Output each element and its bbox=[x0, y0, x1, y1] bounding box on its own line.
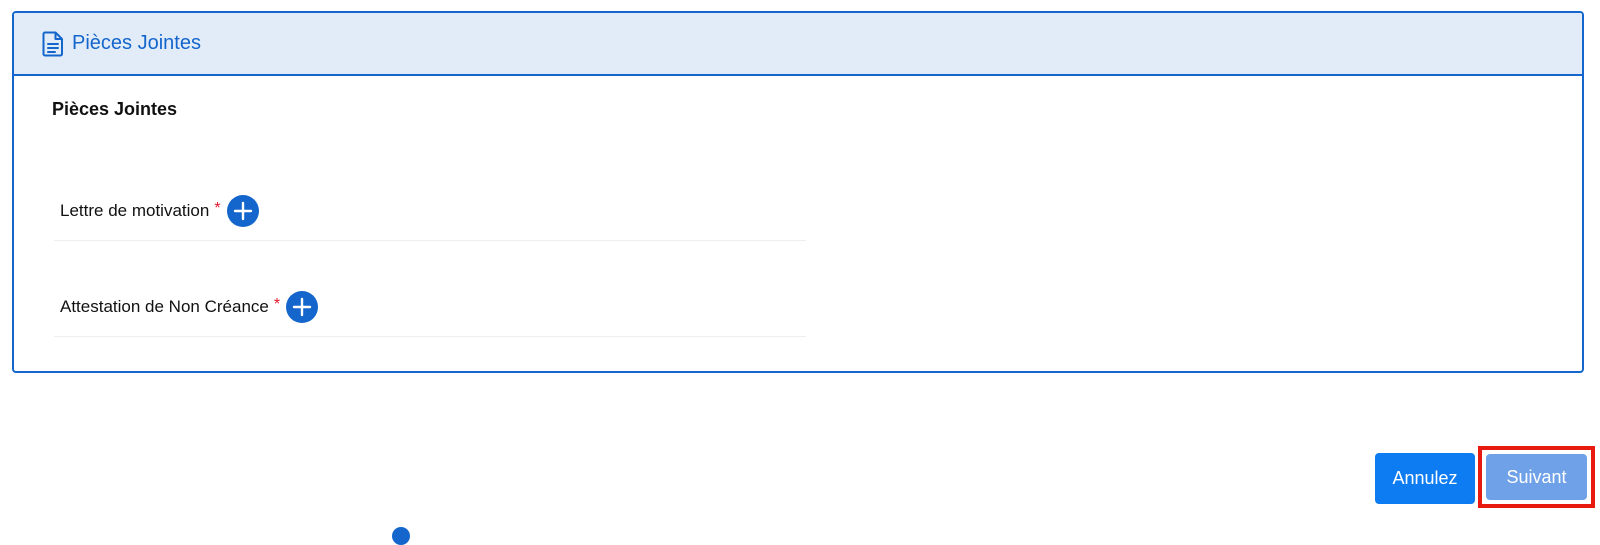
attachment-row-attestation-non-creance: Attestation de Non Créance * bbox=[54, 277, 806, 337]
plus-icon bbox=[292, 297, 312, 316]
field-label: Lettre de motivation bbox=[60, 200, 210, 220]
add-attachment-button[interactable] bbox=[286, 290, 319, 323]
next-button[interactable]: Suivant bbox=[1486, 454, 1587, 500]
panel-title: Pièces Jointes bbox=[72, 32, 201, 54]
document-icon bbox=[42, 31, 64, 57]
required-marker: * bbox=[214, 199, 221, 217]
panel-header: Pièces Jointes bbox=[14, 13, 1582, 76]
partial-circle-icon bbox=[392, 527, 410, 545]
field-label: Attestation de Non Créance bbox=[60, 296, 269, 316]
next-button-highlight: Suivant bbox=[1478, 446, 1595, 508]
plus-icon bbox=[233, 201, 252, 220]
add-attachment-button[interactable] bbox=[226, 194, 259, 227]
required-marker: * bbox=[273, 295, 281, 313]
attachment-row-lettre-de-motivation: Lettre de motivation * bbox=[54, 181, 806, 241]
attachments-panel: Pièces Jointes Pièces Jointes Lettre de … bbox=[12, 11, 1584, 373]
cancel-button[interactable]: Annulez bbox=[1375, 453, 1475, 504]
section-title: Pièces Jointes bbox=[52, 99, 178, 119]
